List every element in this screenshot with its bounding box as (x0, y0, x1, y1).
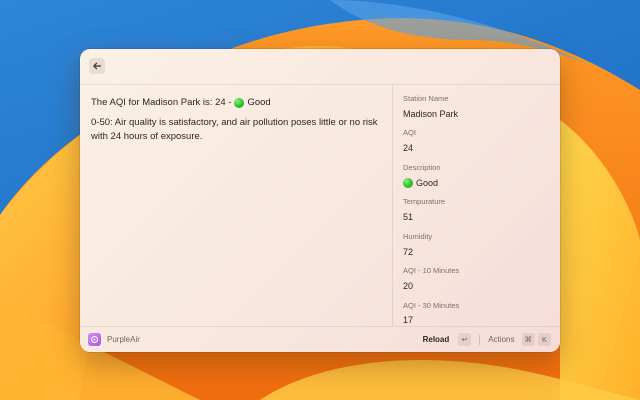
aqi-headline-status: Good (247, 97, 271, 108)
meta-label: AQI (403, 128, 416, 138)
back-button[interactable] (89, 58, 105, 74)
arrow-left-icon (93, 62, 102, 70)
app-glyph-icon (91, 336, 98, 343)
top-bar (80, 49, 560, 85)
meta-aqi-10-min: AQI - 10 Minutes 20 (403, 266, 560, 292)
green-circle-icon (234, 98, 245, 109)
k-key-icon: K (538, 333, 551, 346)
meta-label: Description (403, 162, 441, 172)
desktop: The AQI for Madison Park is: 24 - Good 0… (0, 0, 640, 400)
detail-markdown: The AQI for Madison Park is: 24 - Good 0… (80, 85, 392, 326)
aqi-description: 0-50: Air quality is satisfactory, and a… (91, 116, 378, 143)
meta-label: Tempurature (403, 197, 446, 207)
return-key-icon: ↵ (458, 333, 472, 346)
meta-station-name: Station Name Madison Park (403, 94, 560, 120)
purpleair-app-icon (88, 333, 101, 346)
green-circle-icon (403, 178, 413, 189)
meta-humidity: Humidity 72 (403, 232, 560, 258)
action-bar: PurpleAir Reload ↵ Actions ⌘ K (80, 326, 560, 352)
meta-temperature: Tempurature 51 (403, 197, 560, 223)
meta-aqi-30-min: AQI - 30 Minutes 17 (403, 301, 560, 326)
meta-label: Station Name (403, 94, 449, 103)
raycast-window: The AQI for Madison Park is: 24 - Good 0… (80, 49, 560, 352)
meta-label: AQI - 10 Minutes (403, 266, 460, 276)
meta-label: AQI - 30 Minutes (403, 300, 460, 310)
meta-description: Description Good (403, 163, 560, 189)
meta-value: 72 (403, 246, 414, 257)
meta-value: 20 (403, 280, 414, 291)
meta-value: Good (416, 177, 439, 188)
meta-value: 17 (403, 315, 414, 326)
meta-value: Madison Park (403, 108, 459, 119)
command-key-icon: ⌘ (521, 333, 535, 346)
aqi-headline-text: The AQI for Madison Park is: 24 - (91, 97, 232, 108)
meta-value-with-icon: Good (403, 178, 560, 190)
meta-label: Humidity (403, 231, 433, 241)
aqi-headline: The AQI for Madison Park is: 24 - Good (91, 96, 381, 111)
meta-value: 51 (403, 212, 414, 223)
reload-button[interactable]: Reload (423, 335, 450, 344)
metadata-panel: Station Name Madison Park AQI 24 Descrip… (392, 85, 560, 326)
app-name: PurpleAir (107, 335, 140, 344)
actions-button[interactable]: Actions (488, 335, 514, 344)
meta-aqi: AQI 24 (403, 128, 560, 154)
divider (479, 334, 481, 345)
meta-value: 24 (403, 143, 414, 154)
